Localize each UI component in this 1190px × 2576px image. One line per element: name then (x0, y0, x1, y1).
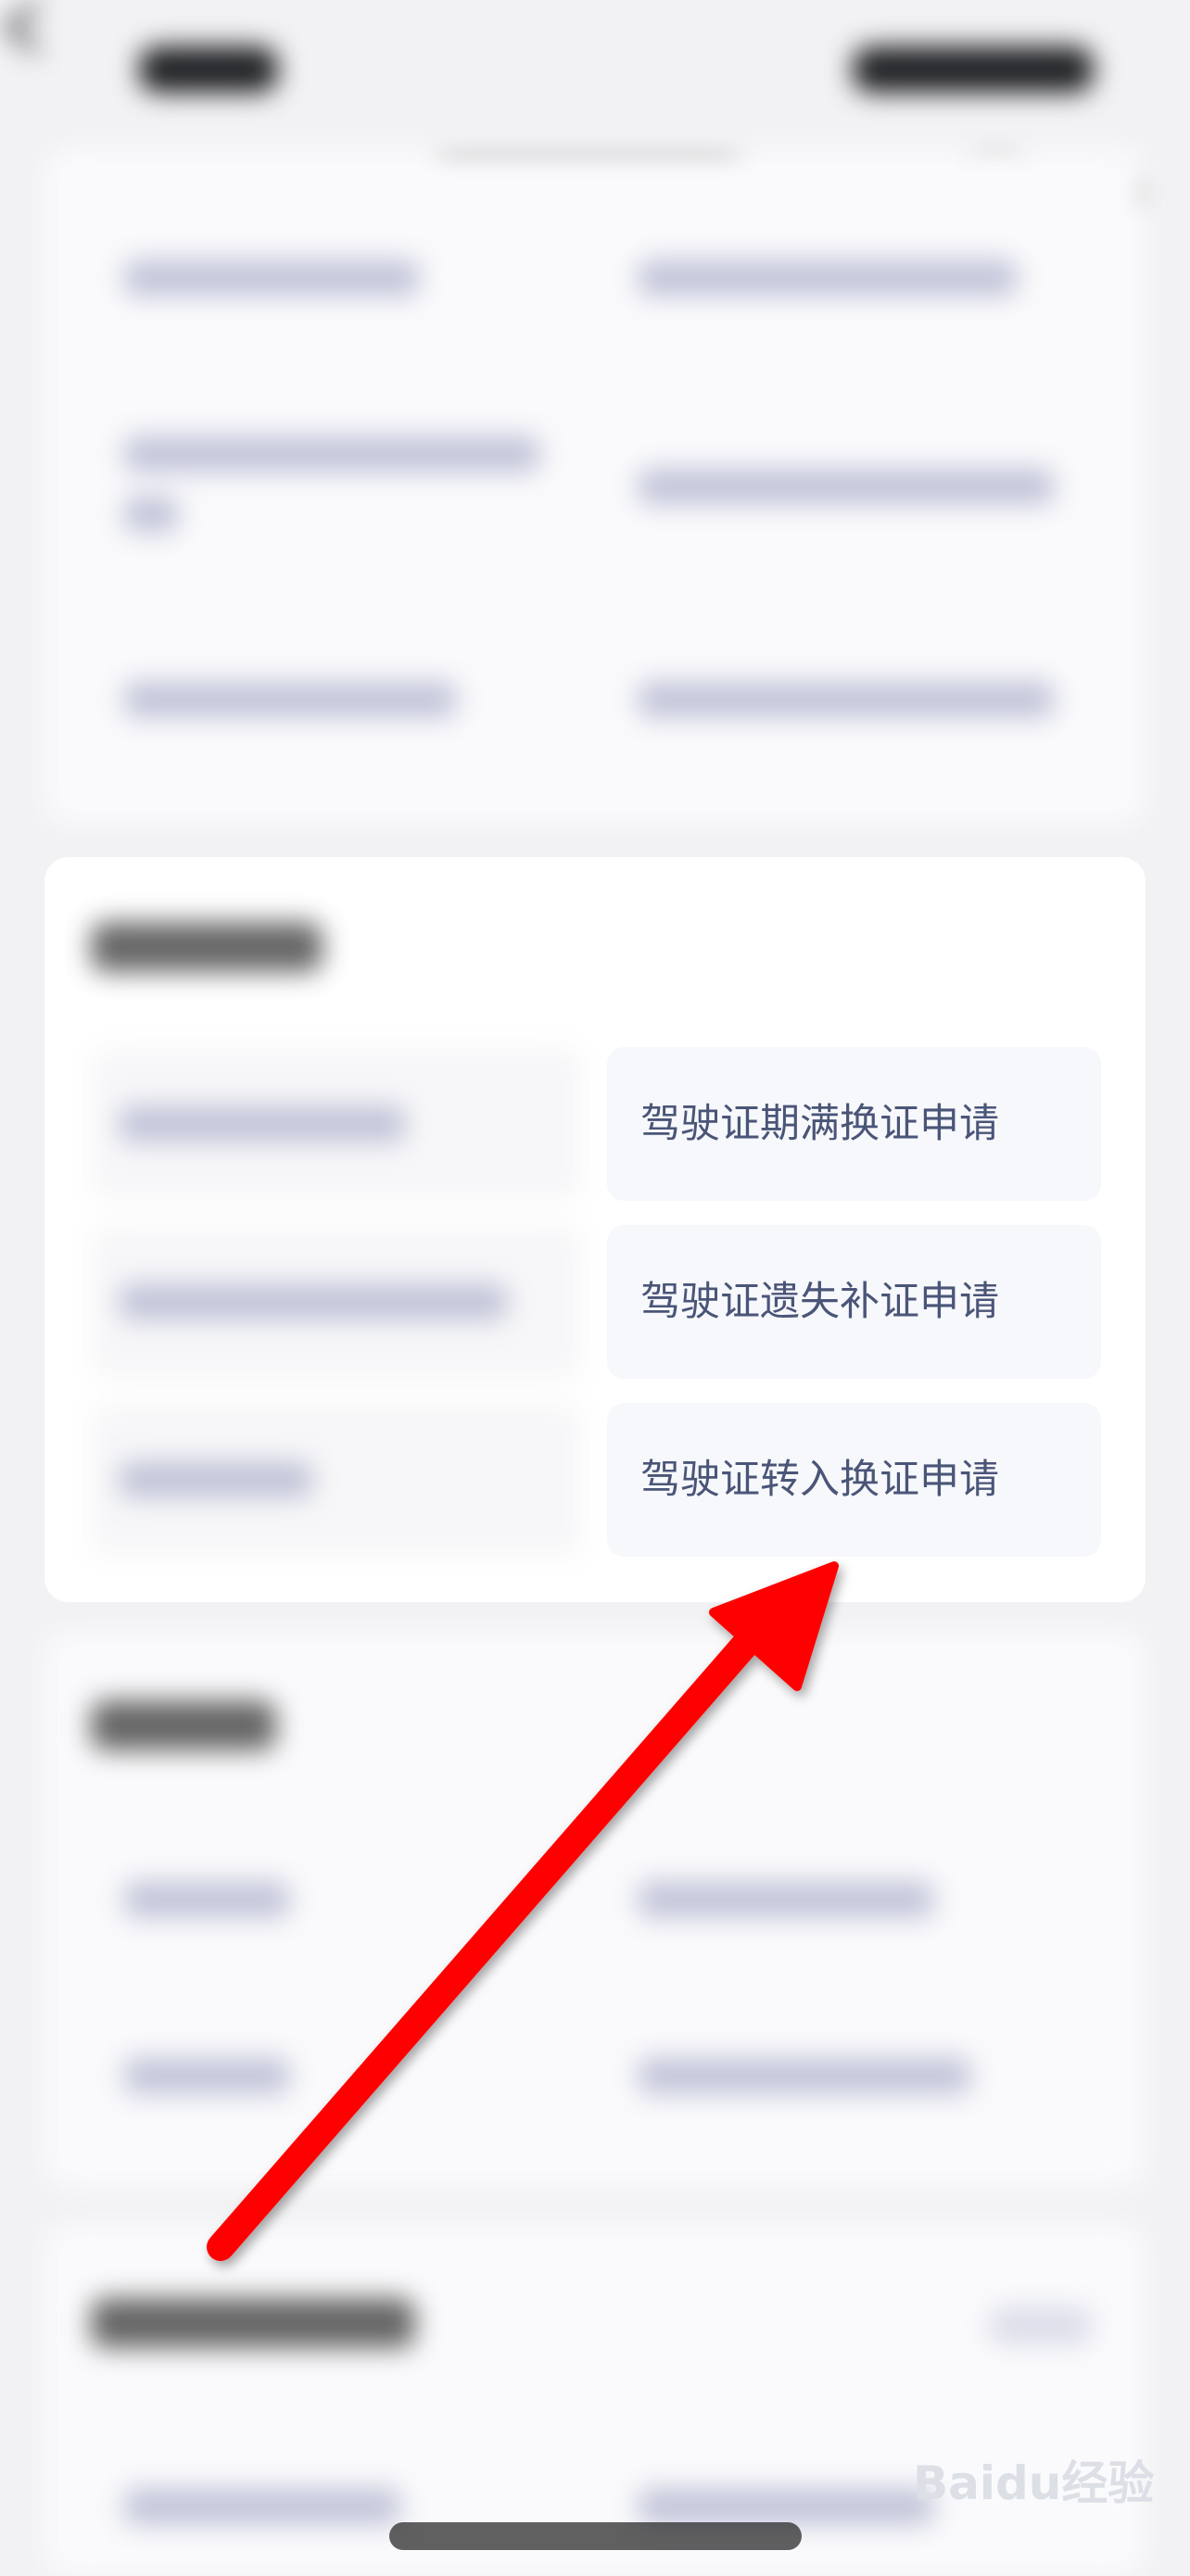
service-link (123, 496, 179, 533)
service-item-left[interactable] (91, 1403, 582, 1557)
service-link[interactable] (638, 681, 1055, 718)
section-title (91, 922, 323, 972)
item-label: 驾驶证期满换证申请 (640, 1101, 999, 1147)
section-title (91, 2298, 415, 2348)
license-transfer-item[interactable]: 驾驶证转入换证申请 (607, 1403, 1101, 1557)
home-indicator[interactable] (389, 2522, 802, 2550)
service-link[interactable] (123, 681, 457, 718)
back-arrow-icon[interactable] (0, 0, 46, 56)
service-link[interactable] (638, 259, 1018, 297)
service-item-left[interactable] (91, 1047, 582, 1201)
service-card-top (44, 148, 1146, 825)
service-link[interactable] (638, 2488, 934, 2525)
service-item-left[interactable] (91, 1225, 582, 1379)
service-link[interactable] (638, 1881, 934, 1918)
item-label: 驾驶证转入换证申请 (640, 1457, 999, 1503)
service-link[interactable] (123, 1881, 290, 1918)
item-label: 驾驶证遗失补证申请 (640, 1279, 999, 1325)
license-renewal-item[interactable]: 驾驶证期满换证申请 (607, 1047, 1101, 1201)
watermark: Baidu经验 (913, 2456, 1155, 2510)
service-link[interactable] (123, 2057, 290, 2094)
service-link[interactable] (123, 436, 540, 473)
nav-bar (0, 0, 1190, 224)
more-link[interactable] (990, 2307, 1092, 2344)
service-link[interactable] (638, 2057, 971, 2094)
service-link[interactable] (123, 259, 420, 297)
license-replacement-item[interactable]: 驾驶证遗失补证申请 (607, 1225, 1101, 1379)
section-title (91, 1700, 276, 1750)
service-card-lower (44, 1631, 1146, 2187)
service-link[interactable] (638, 468, 1055, 505)
service-link[interactable] (123, 2488, 401, 2525)
